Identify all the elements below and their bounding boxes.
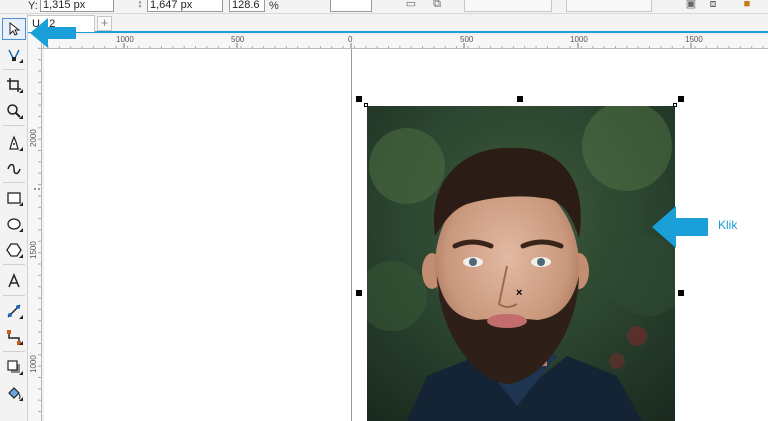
ruler-label: 0 bbox=[348, 35, 353, 44]
pointer-icon bbox=[9, 21, 21, 36]
property-bar: Y: 1,315 px ↕ 1,647 px 128.6 % ▭ ⧉ ▣ ⧈ ■ bbox=[0, 0, 768, 14]
selection-handle[interactable] bbox=[678, 96, 684, 102]
new-tab-button[interactable]: + bbox=[97, 16, 112, 31]
page-border bbox=[351, 49, 352, 421]
ruler-label: 500 bbox=[231, 35, 245, 44]
document-tab-strip: U...2 + bbox=[0, 14, 768, 33]
selection-handle[interactable] bbox=[517, 96, 523, 102]
dimension-tool-button[interactable] bbox=[2, 300, 26, 322]
y-position-field[interactable]: 1,315 px bbox=[40, 0, 114, 12]
freehand-tool-button[interactable] bbox=[2, 132, 26, 154]
corner-node[interactable] bbox=[673, 103, 677, 107]
scale-unit-label: % bbox=[269, 0, 279, 12]
toolbox bbox=[0, 14, 28, 421]
ruler-label: 1000 bbox=[570, 35, 588, 44]
resample-icon[interactable]: ⧈ bbox=[706, 0, 720, 11]
fill-tool-button[interactable] bbox=[2, 382, 26, 404]
curve-icon bbox=[7, 163, 21, 175]
height-field[interactable]: 1,647 px bbox=[147, 0, 223, 12]
zoom-tool-button[interactable] bbox=[2, 100, 26, 122]
polygon-tool-button[interactable] bbox=[2, 239, 26, 261]
portrait-image bbox=[367, 106, 675, 421]
pointer-arrow-icon bbox=[30, 18, 76, 48]
ruler-label: 1500 bbox=[685, 35, 703, 44]
center-marker: × bbox=[516, 287, 523, 299]
edit-bitmap-button[interactable] bbox=[464, 0, 552, 12]
callout-arrow-icon bbox=[652, 206, 708, 248]
y-label: Y: bbox=[28, 0, 38, 12]
bitmap-effects-icon[interactable]: ■ bbox=[740, 0, 754, 11]
ruler-label: 500 bbox=[460, 35, 474, 44]
selection-handle[interactable] bbox=[678, 290, 684, 296]
duplicate-icon[interactable]: ⧉ bbox=[430, 0, 444, 11]
crop-tool-button[interactable] bbox=[2, 74, 26, 96]
page-icon[interactable]: ▭ bbox=[404, 0, 418, 11]
ellipse-tool-button[interactable] bbox=[2, 213, 26, 235]
selection-handle[interactable] bbox=[356, 290, 362, 296]
image-icon[interactable]: ▣ bbox=[684, 0, 698, 11]
outline-width-field[interactable] bbox=[330, 0, 372, 12]
trace-bitmap-button[interactable] bbox=[566, 0, 652, 12]
scale-field[interactable]: 128.6 bbox=[229, 0, 265, 12]
connector-tool-button[interactable] bbox=[2, 326, 26, 348]
text-a-icon bbox=[8, 273, 20, 288]
ruler-label: 2000 bbox=[29, 129, 38, 147]
horizontal-ruler[interactable]: 1000 500 0 500 1000 1500 bbox=[44, 35, 768, 49]
callout-label: Klik bbox=[718, 218, 738, 232]
ruler-label: 1500 bbox=[29, 241, 38, 259]
height-icon: ↕ bbox=[137, 0, 143, 10]
text-tool-button[interactable] bbox=[2, 270, 26, 292]
selection-handle[interactable] bbox=[356, 96, 362, 102]
shape-tool-button[interactable] bbox=[2, 44, 26, 66]
vertical-ruler[interactable]: 2000 1500 1000 bbox=[28, 35, 42, 421]
pick-tool-button[interactable] bbox=[2, 18, 26, 40]
ruler-label: 1000 bbox=[116, 35, 134, 44]
ruler-label: 1000 bbox=[29, 355, 38, 373]
artistic-media-tool-button[interactable] bbox=[2, 158, 26, 180]
rectangle-tool-button[interactable] bbox=[2, 187, 26, 209]
drop-shadow-tool-button[interactable] bbox=[2, 356, 26, 378]
portrait-photo[interactable] bbox=[367, 106, 675, 421]
corner-node[interactable] bbox=[364, 103, 368, 107]
